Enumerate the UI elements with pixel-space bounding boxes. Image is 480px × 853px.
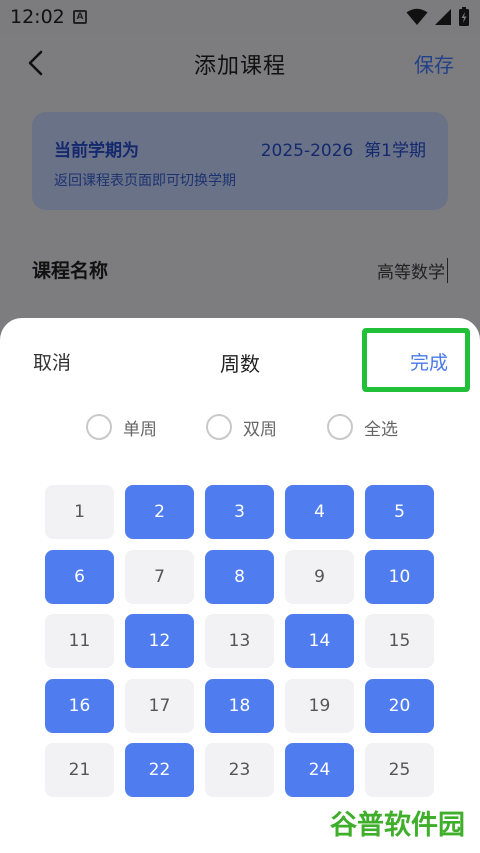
radio-even-weeks[interactable]: 双周 <box>206 414 277 440</box>
course-name-label: 课程名称 <box>32 260 109 282</box>
week-cell-13[interactable]: 13 <box>205 614 274 668</box>
radio-circle-icon[interactable] <box>86 414 112 440</box>
week-filter-radios: 单周 双周 全选 <box>0 414 480 444</box>
header: 添加课程 保存 <box>0 34 480 92</box>
week-cell-15[interactable]: 15 <box>365 614 434 668</box>
week-cell-8[interactable]: 8 <box>205 549 274 604</box>
week-cell-18[interactable]: 18 <box>205 678 274 733</box>
radio-circle-icon[interactable] <box>206 414 232 440</box>
week-cell-25[interactable]: 25 <box>365 743 434 797</box>
week-cell-21[interactable]: 21 <box>45 743 114 797</box>
notification-a-icon: A <box>73 10 87 24</box>
week-cell-10[interactable]: 10 <box>365 549 434 604</box>
wifi-icon <box>406 8 428 25</box>
week-cell-5[interactable]: 5 <box>365 485 434 539</box>
radio-circle-icon[interactable] <box>327 414 353 440</box>
week-cell-12[interactable]: 12 <box>125 614 194 668</box>
save-button[interactable]: 保存 <box>414 49 454 78</box>
week-cell-9[interactable]: 9 <box>285 549 354 604</box>
week-cell-17[interactable]: 17 <box>125 678 194 733</box>
watermark-logo: 谷普软件园 <box>327 806 473 842</box>
week-cell-20[interactable]: 20 <box>365 678 434 733</box>
radio-odd-weeks[interactable]: 单周 <box>86 414 157 440</box>
week-cell-23[interactable]: 23 <box>205 743 274 797</box>
battery-charging-icon <box>459 7 469 26</box>
week-cell-2[interactable]: 2 <box>125 485 194 539</box>
course-name-input[interactable]: 高等数学 <box>377 258 448 283</box>
status-icons <box>406 7 470 27</box>
radio-label: 单周 <box>123 419 157 440</box>
week-cell-3[interactable]: 3 <box>205 485 274 539</box>
week-cell-7[interactable]: 7 <box>125 549 194 604</box>
semester-card: 当前学期为 2025-2026 第1学期 返回课程表页面即可切换学期 <box>32 112 448 210</box>
week-cell-22[interactable]: 22 <box>125 743 194 797</box>
week-cell-4[interactable]: 4 <box>285 485 354 539</box>
week-cell-11[interactable]: 11 <box>45 614 114 668</box>
semester-hint: 返回课程表页面即可切换学期 <box>54 173 236 189</box>
status-bar: 12:02 A <box>0 0 480 34</box>
watermark-text: 谷普软件园 <box>330 809 465 841</box>
week-cell-19[interactable]: 19 <box>285 678 354 733</box>
week-cell-6[interactable]: 6 <box>45 549 114 604</box>
week-picker-sheet: 取消 周数 完成 单周 双周 全选 1 2 3 4 5 6 7 8 9 10 11 12 13 14 15 1… <box>0 318 480 853</box>
week-cell-1[interactable]: 1 <box>45 485 114 539</box>
radio-label: 双周 <box>243 419 277 440</box>
week-cell-16[interactable]: 16 <box>45 678 114 733</box>
done-button[interactable]: 完成 <box>410 348 448 375</box>
radio-select-all[interactable]: 全选 <box>327 414 398 440</box>
page-title: 添加课程 <box>193 54 286 79</box>
signal-icon <box>435 9 451 25</box>
status-time: 12:02 <box>10 6 65 28</box>
week-cell-14[interactable]: 14 <box>285 614 354 668</box>
semester-value: 2025-2026 第1学期 <box>260 141 426 161</box>
semester-label: 当前学期为 <box>54 141 139 161</box>
radio-label: 全选 <box>364 419 398 440</box>
week-cell-24[interactable]: 24 <box>285 743 354 797</box>
